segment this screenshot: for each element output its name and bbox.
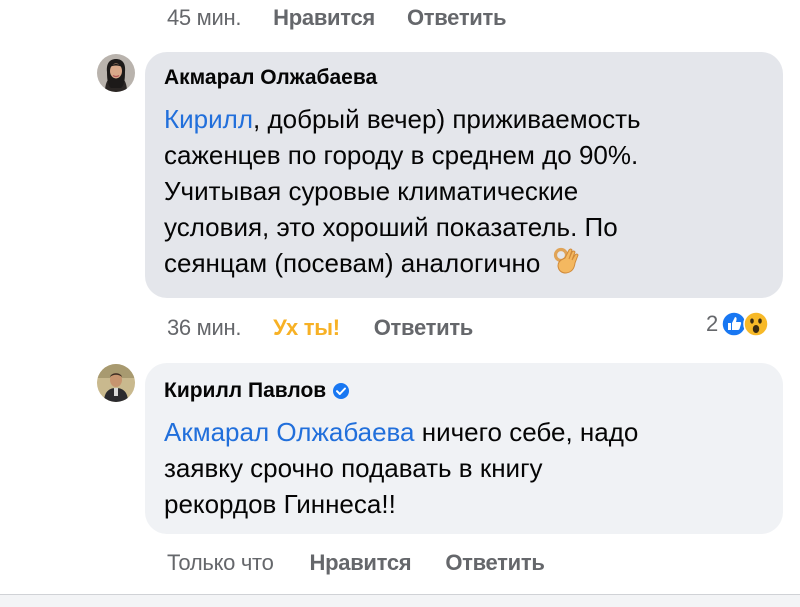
- comment-actions: 36 мин. Ух ты! Ответить: [167, 315, 473, 341]
- reply-button[interactable]: Ответить: [374, 315, 474, 341]
- mention-link[interactable]: Кирилл: [164, 104, 253, 134]
- avatar[interactable]: [97, 364, 135, 402]
- bottom-bar: [0, 595, 800, 607]
- text-line: сеянцам (посевам) аналогично: [164, 248, 541, 278]
- comment-actions: Только что Нравится Ответить: [167, 550, 545, 576]
- text-line: условия, это хороший показатель. По: [164, 212, 618, 242]
- reply-button[interactable]: Ответить: [445, 550, 545, 576]
- reply-button[interactable]: Ответить: [407, 5, 507, 31]
- verified-badge-icon: [332, 382, 350, 400]
- comment-text: Кирилл, добрый вечер) приживаемость саже…: [164, 101, 641, 285]
- comment-timestamp[interactable]: 45 мин.: [167, 5, 241, 31]
- wow-reaction-button[interactable]: Ух ты!: [273, 315, 340, 341]
- like-button[interactable]: Нравится: [273, 5, 375, 31]
- comment-timestamp[interactable]: Только что: [167, 550, 274, 576]
- author-name[interactable]: Кирилл Павлов: [164, 379, 326, 403]
- author-name[interactable]: Акмарал Олжабаева: [164, 66, 377, 90]
- text-line: саженцев по городу в среднем до 90%.: [164, 140, 639, 170]
- reaction-count: 2: [706, 311, 719, 336]
- text-line: заявку срочно подавать в книгу: [164, 453, 543, 483]
- comment-author[interactable]: Акмарал Олжабаева: [164, 66, 377, 90]
- mention-link[interactable]: Акмарал Олжабаева: [164, 417, 415, 447]
- avatar-woman-icon: [97, 54, 135, 92]
- wow-reaction-icon: [743, 311, 769, 337]
- comment-author[interactable]: Кирилл Павлов: [164, 379, 350, 403]
- text-line: рекордов Гиннеса!!: [164, 489, 396, 519]
- text-line: , добрый вечер) приживаемость: [253, 104, 641, 134]
- avatar-man-icon: [97, 364, 135, 402]
- like-button[interactable]: Нравится: [310, 550, 412, 576]
- reaction-summary[interactable]: 2: [706, 311, 769, 337]
- avatar[interactable]: [97, 54, 135, 92]
- comment-timestamp[interactable]: 36 мин.: [167, 315, 241, 341]
- top-comment-actions: 45 мин. Нравится Ответить: [167, 5, 507, 31]
- ok-hand-emoji: [552, 246, 582, 285]
- comment-text: Акмарал Олжабаева ничего себе, надо заяв…: [164, 414, 638, 522]
- text-line: ничего себе, надо: [414, 417, 639, 447]
- text-line: Учитывая суровые климатические: [164, 176, 579, 206]
